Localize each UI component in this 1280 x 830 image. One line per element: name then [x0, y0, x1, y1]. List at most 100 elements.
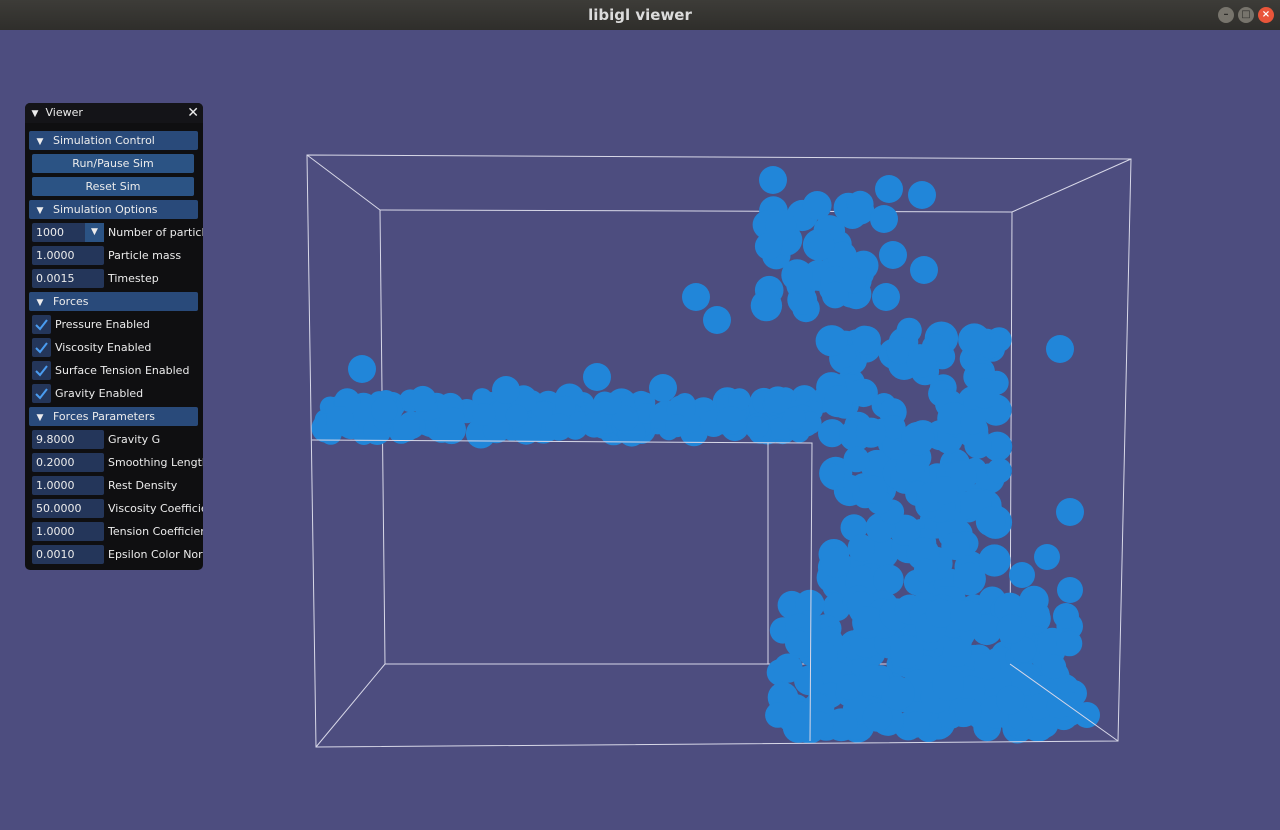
gravity-g-input[interactable]: 9.8000: [32, 430, 104, 449]
viscosity-label: Viscosity Enabled: [55, 341, 152, 354]
particle: [908, 181, 936, 209]
particle: [1074, 702, 1100, 728]
gravity-g-label: Gravity G: [108, 433, 161, 446]
close-icon[interactable]: ✕: [187, 103, 199, 123]
surface-tension-checkbox[interactable]: [32, 361, 51, 380]
particle: [1053, 603, 1079, 629]
num-particles-value: 1000: [36, 226, 64, 239]
pressure-label: Pressure Enabled: [55, 318, 150, 331]
epsilon-color-norm-input[interactable]: 0.0010: [32, 545, 104, 564]
particle: [665, 414, 689, 438]
gravity-checkbox[interactable]: [32, 384, 51, 403]
reset-sim-button[interactable]: Reset Sim: [32, 177, 194, 196]
particle: [969, 378, 1000, 409]
particle: [879, 241, 907, 269]
particle: [1057, 577, 1083, 603]
particle: [1046, 335, 1074, 363]
particle: [765, 209, 797, 241]
particle: [930, 476, 959, 505]
particle: [973, 652, 1001, 680]
timestep-label: Timestep: [108, 272, 159, 285]
particle: [910, 256, 938, 284]
surface-tension-label: Surface Tension Enabled: [55, 364, 190, 377]
particle: [802, 229, 835, 261]
particle: [1009, 562, 1035, 588]
run-pause-button[interactable]: Run/Pause Sim: [32, 154, 194, 173]
particle: [765, 702, 791, 728]
particle: [932, 669, 964, 701]
particle: [1019, 585, 1049, 616]
tension-coefficient-label: Tension Coefficient: [108, 525, 203, 538]
particle: [875, 175, 903, 203]
particle: [716, 406, 746, 435]
particle: [843, 446, 870, 473]
particle: [784, 629, 811, 656]
particle: [820, 547, 851, 578]
viewer-panel: ▼ Viewer ✕ ▼ Simulation Control Run/Pause…: [25, 103, 203, 570]
pressure-checkbox[interactable]: [32, 315, 51, 334]
particle: [873, 564, 904, 595]
section-forces-parameters[interactable]: ▼ Forces Parameters: [29, 407, 198, 426]
particle: [555, 395, 576, 417]
particle: [781, 259, 813, 291]
epsilon-color-norm-label: Epsilon Color Norm: [108, 548, 203, 561]
particle: [1041, 654, 1067, 680]
rest-density-input[interactable]: 1.0000: [32, 476, 104, 495]
particle: [941, 532, 970, 561]
rest-density-label: Rest Density: [108, 479, 178, 492]
close-window-icon[interactable]: ×: [1258, 7, 1274, 23]
timestep-input[interactable]: 0.0015: [32, 269, 104, 288]
particle: [960, 409, 986, 435]
section-forces[interactable]: ▼ Forces: [29, 292, 198, 311]
checkmark-icon: [35, 388, 48, 400]
particle: [895, 452, 926, 482]
viscosity-coefficient-input[interactable]: 50.0000: [32, 499, 104, 518]
particle: [901, 421, 935, 456]
viscosity-checkbox[interactable]: [32, 338, 51, 357]
checkmark-icon: [35, 342, 48, 354]
section-simulation-control[interactable]: ▼ Simulation Control: [29, 131, 198, 150]
gravity-label: Gravity Enabled: [55, 387, 144, 400]
section-simulation-options[interactable]: ▼ Simulation Options: [29, 200, 198, 219]
particle: [393, 415, 420, 442]
window-title: libigl viewer: [588, 6, 692, 24]
particle: [906, 347, 937, 378]
smoothing-length-label: Smoothing Length: [108, 456, 203, 469]
num-particles-select[interactable]: 1000 ▼: [32, 223, 104, 242]
particle: [1056, 498, 1084, 526]
particle: [583, 363, 611, 391]
tension-coefficient-input[interactable]: 1.0000: [32, 522, 104, 541]
particle: [810, 641, 838, 670]
particle: [870, 205, 898, 233]
window-titlebar: libigl viewer – □ ×: [0, 0, 1280, 30]
collapse-triangle-icon[interactable]: ▼: [28, 104, 42, 124]
particle: [802, 191, 832, 220]
particle: [958, 323, 991, 356]
particle: [942, 638, 972, 667]
particle: [852, 326, 881, 355]
particle: [855, 417, 887, 448]
collapse-triangle-icon: ▼: [36, 137, 44, 147]
collapse-triangle-icon: ▼: [36, 413, 44, 423]
particle: [492, 376, 520, 404]
section-label: Forces Parameters: [53, 410, 155, 423]
smoothing-length-input[interactable]: 0.2000: [32, 453, 104, 472]
particle: [703, 306, 731, 334]
particle: [649, 374, 677, 402]
particle: [599, 392, 622, 415]
particle: [371, 396, 398, 424]
particle: [505, 404, 529, 428]
viewer-panel-header[interactable]: ▼ Viewer ✕: [25, 103, 203, 123]
maximize-icon[interactable]: □: [1238, 7, 1254, 23]
chevron-down-icon[interactable]: ▼: [85, 223, 104, 242]
section-label: Simulation Options: [53, 203, 158, 216]
particle: [409, 385, 436, 412]
particle: [964, 431, 992, 459]
particle: [847, 379, 872, 405]
particle: [859, 475, 888, 504]
minimize-icon[interactable]: –: [1218, 7, 1234, 23]
particle-mass-label: Particle mass: [108, 249, 182, 262]
particle: [472, 403, 496, 426]
particle-mass-input[interactable]: 1.0000: [32, 246, 104, 265]
particle: [913, 558, 939, 584]
